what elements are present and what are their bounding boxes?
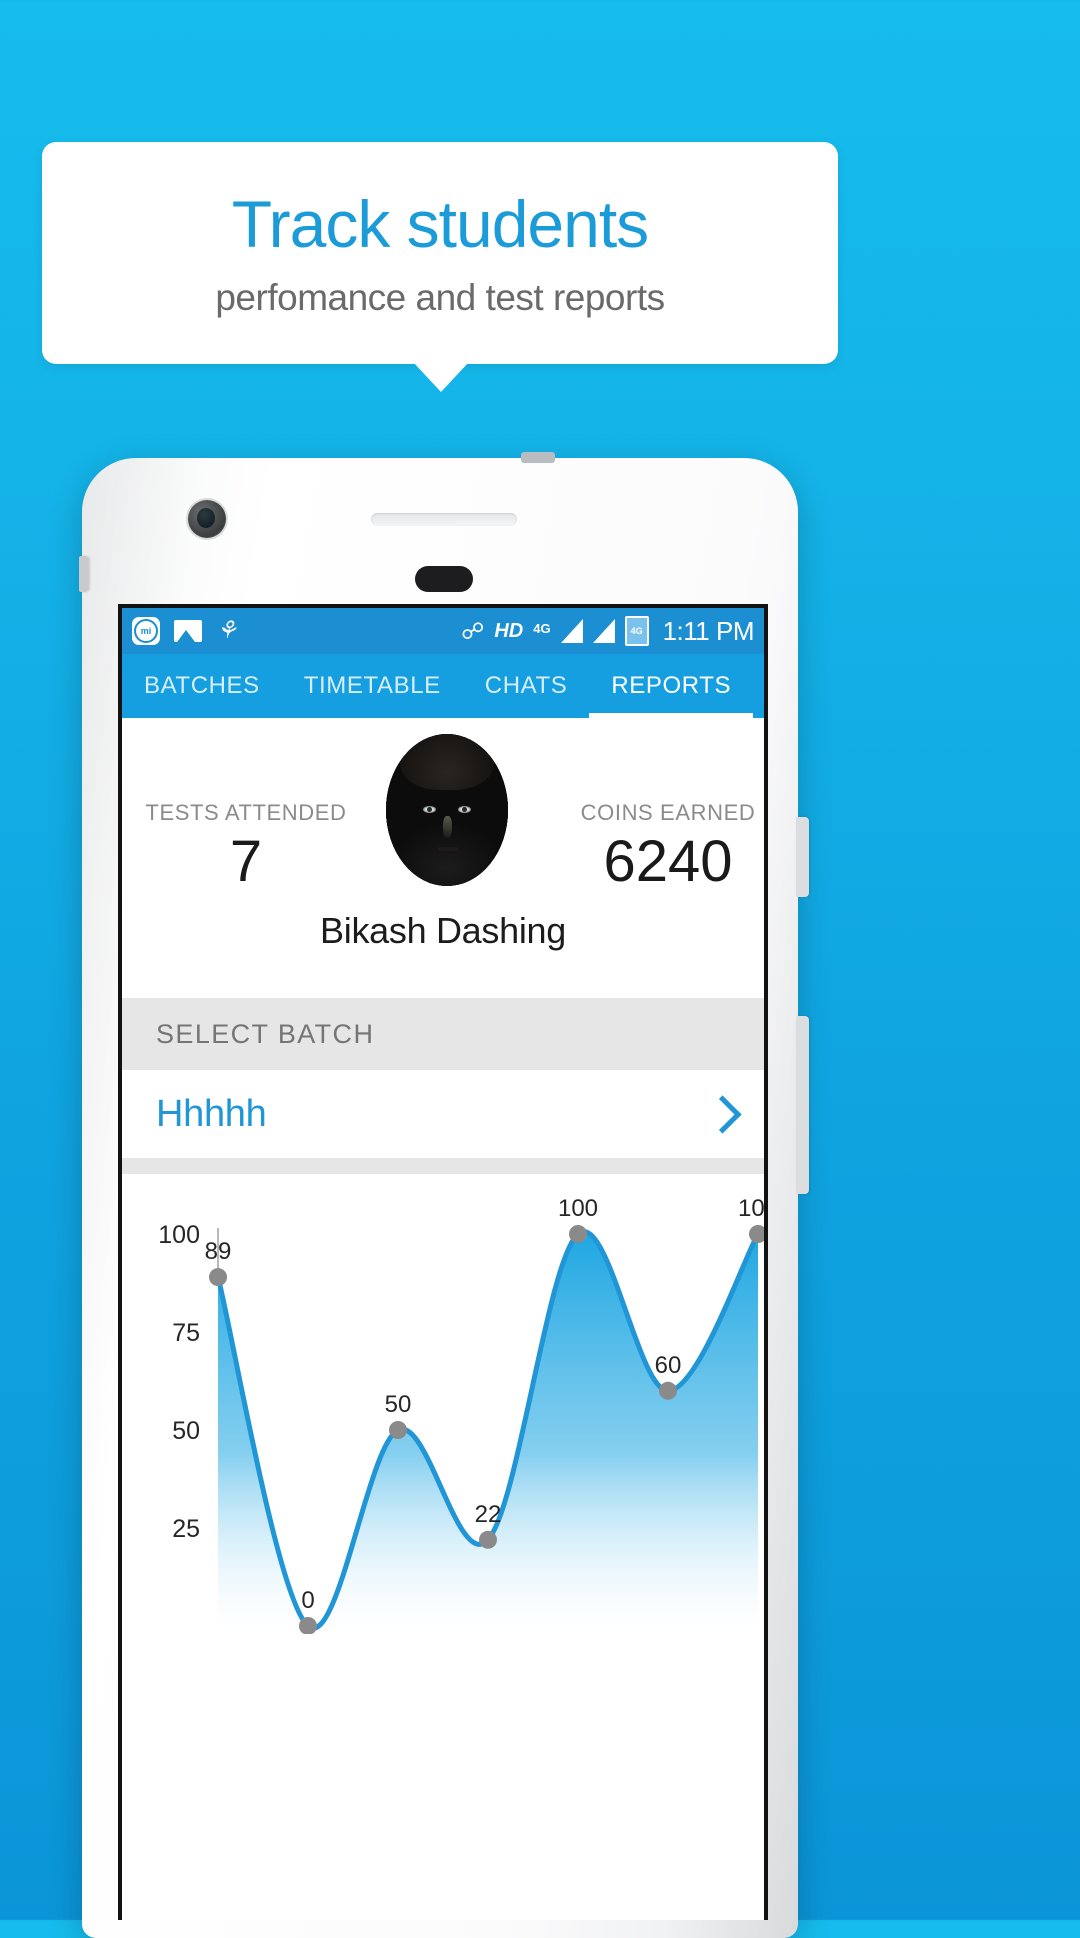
coins-earned-stat: COINS EARNED 6240 (558, 800, 764, 894)
chart-data-point[interactable] (749, 1225, 767, 1243)
batch-selector-row[interactable]: Hhhhh (122, 1070, 764, 1158)
chart-data-point[interactable] (569, 1225, 587, 1243)
network-type-icon: 4G (533, 620, 551, 636)
performance-chart-svg: 100 75 50 25 89 0 50 22 100 60 100 (158, 1195, 768, 1634)
promo-subtitle: perfomance and test reports (215, 276, 665, 318)
selected-batch-name: Hhhhh (156, 1092, 267, 1135)
phone-antenna-line (521, 452, 555, 463)
avatar-mouth (438, 847, 458, 851)
tab-bar: BATCHES TIMETABLE CHATS REPORTS (122, 654, 764, 718)
left-side-button[interactable] (79, 556, 89, 592)
chart-data-point[interactable] (389, 1421, 407, 1439)
coins-earned-value: 6240 (603, 829, 733, 894)
phone-screen: mi ⚘ ☍ HD 4G 4G 1:11 PM BATCHES TIMETABL… (118, 604, 768, 1920)
status-bar-right-icons: ☍ HD 4G 4G 1:11 PM (461, 615, 755, 647)
avatar-pupil-right (462, 807, 467, 812)
avatar (386, 734, 508, 886)
promo-callout: Track students perfomance and test repor… (42, 142, 838, 364)
chart-data-point[interactable] (209, 1268, 227, 1287)
chart-area-series (215, 1229, 761, 1634)
chart-data-label: 0 (301, 1587, 314, 1614)
chart-y-tick-label: 75 (172, 1319, 200, 1347)
chart-data-label: 100 (558, 1195, 598, 1222)
chart-data-label: 60 (655, 1352, 682, 1379)
select-batch-label: SELECT BATCH (156, 1018, 375, 1049)
status-bar-clock: 1:11 PM (662, 615, 755, 646)
avatar-nose (443, 816, 452, 838)
section-divider (122, 1158, 764, 1174)
tab-timetable[interactable]: TIMETABLE (282, 672, 463, 700)
select-batch-header: SELECT BATCH (122, 998, 764, 1070)
battery-icon: 4G (624, 616, 649, 646)
promo-callout-tail (413, 362, 469, 392)
coins-earned-label: COINS EARNED (580, 800, 756, 825)
gallery-icon (174, 620, 202, 642)
profile-summary: TESTS ATTENDED 7 COINS EARNED 6240 Bikas… (122, 718, 764, 998)
chart-y-axis: 100 75 50 25 (158, 1221, 219, 1543)
status-bar-left-icons: mi ⚘ (132, 617, 238, 645)
tests-attended-value: 7 (229, 829, 263, 894)
proximity-sensor (415, 566, 473, 592)
power-button[interactable] (796, 817, 809, 897)
chart-data-point[interactable] (479, 1530, 497, 1549)
hd-call-icon: HD (494, 620, 524, 642)
performance-chart: 100 75 50 25 89 0 50 22 100 60 100 (122, 1174, 764, 1634)
mi-app-icon: mi (132, 617, 160, 645)
mi-icon-label: mi (140, 625, 152, 636)
front-camera-icon (188, 500, 226, 538)
chart-data-point[interactable] (659, 1381, 677, 1400)
volume-button[interactable] (796, 1016, 809, 1194)
chart-y-tick-label: 100 (158, 1221, 200, 1249)
avatar-pupil-left (427, 807, 432, 812)
chart-y-tick-label: 50 (172, 1417, 200, 1445)
signal-bar-icon (592, 619, 615, 643)
chart-data-label: 89 (205, 1238, 232, 1265)
earpiece-speaker (371, 513, 517, 526)
tab-chats[interactable]: CHATS (463, 672, 590, 700)
avatar-hair (400, 734, 494, 790)
signal-bar-icon (560, 619, 583, 643)
chart-data-label: 50 (385, 1391, 412, 1418)
tab-reports[interactable]: REPORTS (589, 672, 753, 700)
chart-data-label: 100 (738, 1195, 768, 1222)
promo-title: Track students (231, 186, 649, 261)
chart-y-tick-label: 25 (172, 1515, 200, 1543)
chart-area-fill (218, 1231, 758, 1634)
chevron-right-icon[interactable] (703, 1094, 742, 1134)
tests-attended-label: TESTS ATTENDED (145, 800, 347, 825)
user-name: Bikash Dashing (320, 910, 566, 951)
bluetooth-icon: ☍ (461, 617, 485, 644)
chart-data-label: 22 (475, 1501, 502, 1528)
tab-batches[interactable]: BATCHES (122, 672, 282, 700)
usb-disconnected-icon: ⚘ (216, 617, 238, 644)
status-bar: mi ⚘ ☍ HD 4G 4G 1:11 PM (122, 608, 764, 654)
tests-attended-stat: TESTS ATTENDED 7 (136, 800, 356, 893)
